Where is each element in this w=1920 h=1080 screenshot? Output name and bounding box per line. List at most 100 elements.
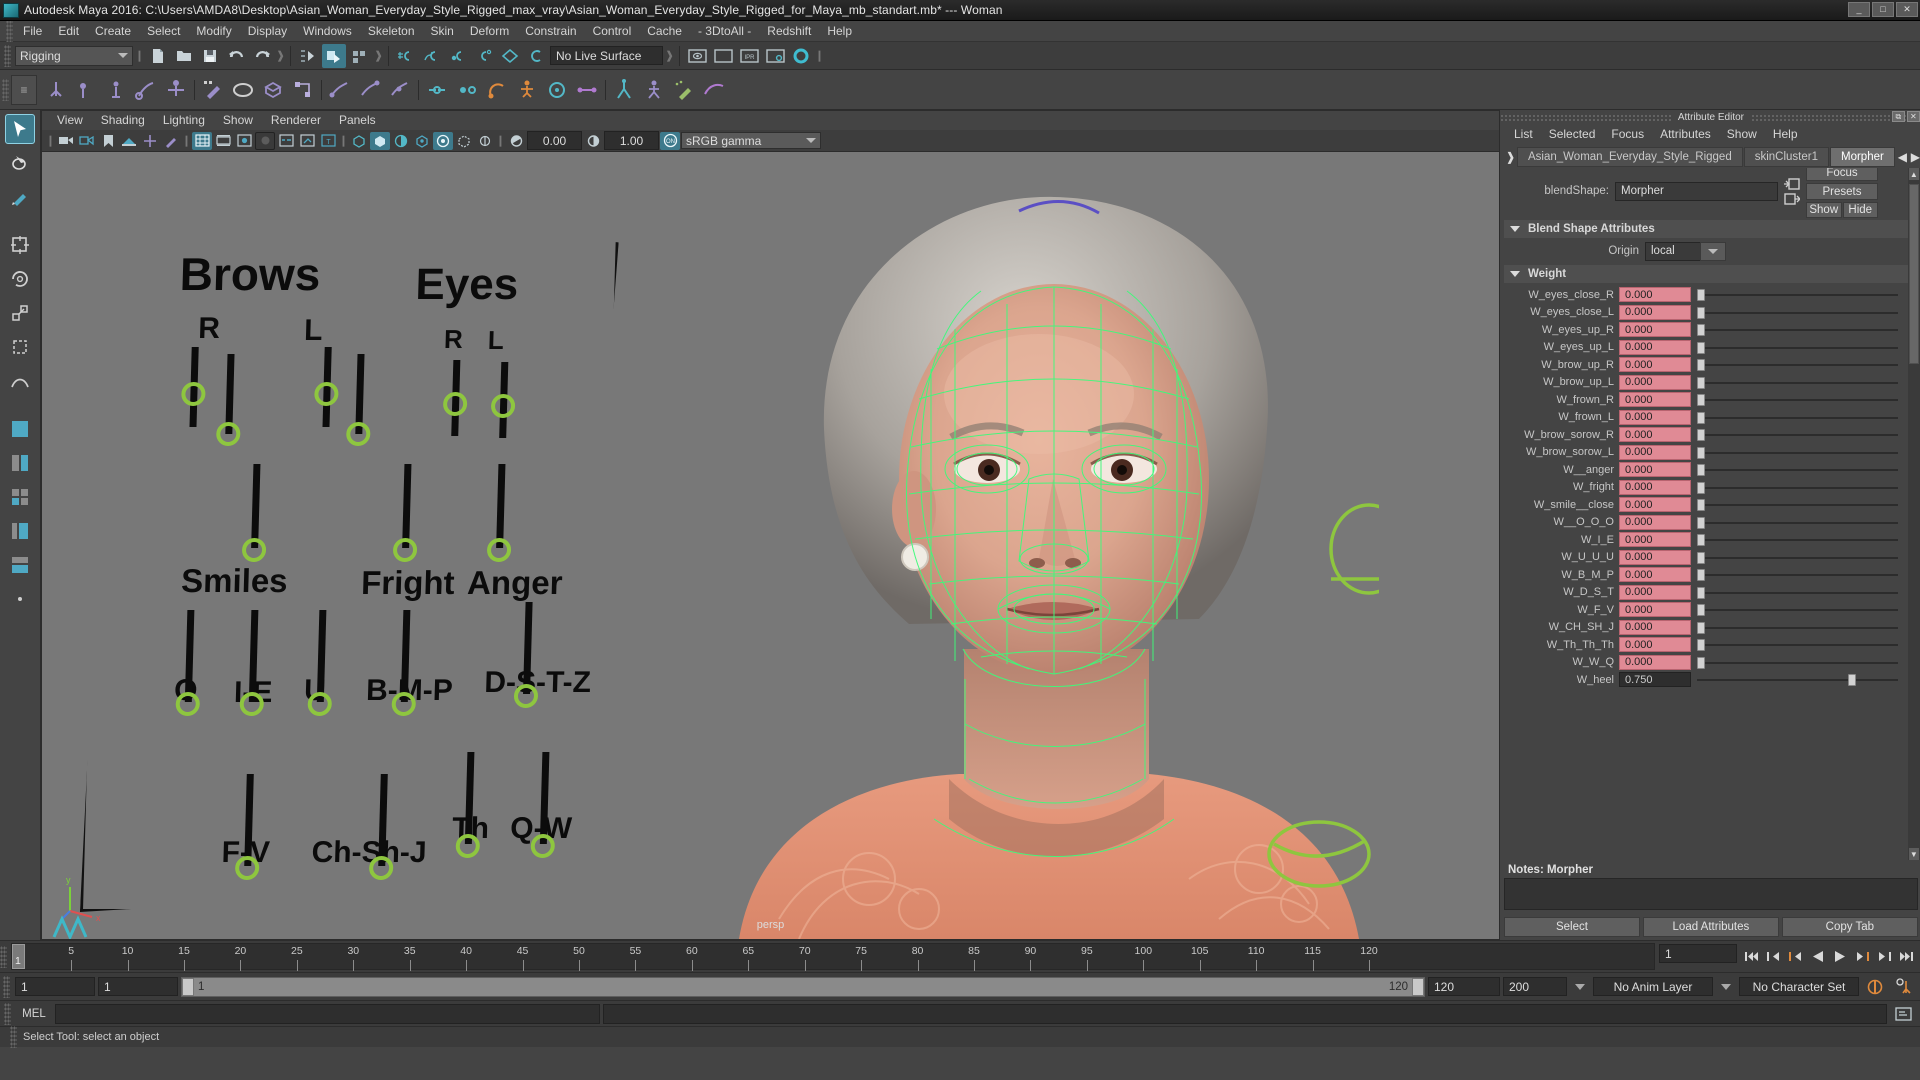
weight-slider[interactable] <box>1697 445 1898 460</box>
mirror-joint-icon[interactable] <box>101 74 131 106</box>
texture-toggle-icon[interactable]: T <box>318 132 338 150</box>
new-scene-icon[interactable] <box>146 44 170 68</box>
select-camera-icon[interactable] <box>56 132 76 150</box>
menu-redshift[interactable]: Redshift <box>759 21 819 42</box>
tab-next-icon[interactable]: ▶ <box>1909 147 1920 167</box>
menu-create[interactable]: Create <box>87 21 139 42</box>
tab-skincluster1[interactable]: skinCluster1 <box>1743 147 1829 167</box>
snap-to-curve-icon[interactable] <box>420 44 444 68</box>
gamma-icon[interactable] <box>583 132 603 150</box>
ae-menu-selected[interactable]: Selected <box>1541 124 1604 144</box>
show-button[interactable]: Show <box>1806 202 1842 218</box>
weight-slider[interactable] <box>1697 375 1898 390</box>
menu-grip[interactable] <box>6 20 13 42</box>
ae-menu-show[interactable]: Show <box>1719 124 1765 144</box>
weight-value-field[interactable]: 0.000 <box>1619 602 1691 618</box>
viewport-menu-lighting[interactable]: Lighting <box>154 111 214 130</box>
weight-slider[interactable] <box>1697 637 1898 652</box>
weight-value-field[interactable]: 0.000 <box>1619 549 1691 565</box>
ae-menu-focus[interactable]: Focus <box>1603 124 1652 144</box>
render-settings-icon[interactable] <box>763 44 787 68</box>
anim-start-field[interactable]: 1 <box>15 977 95 996</box>
grease-pencil-icon[interactable] <box>161 132 181 150</box>
undo-icon[interactable] <box>224 44 248 68</box>
open-scene-icon[interactable] <box>172 44 196 68</box>
render-globals-icon[interactable] <box>789 44 813 68</box>
soft-modification-icon[interactable] <box>5 366 35 396</box>
step-back-keyframe-icon[interactable] <box>1763 946 1784 967</box>
slider-knob[interactable] <box>1697 464 1705 477</box>
live-surface-field[interactable]: No Live Surface <box>550 46 663 65</box>
playback-end-field[interactable]: 120 <box>1428 977 1500 996</box>
slider-knob[interactable] <box>1697 586 1705 599</box>
anim-layer-menu-icon[interactable] <box>1570 983 1590 990</box>
range-end-handle[interactable] <box>1412 977 1424 996</box>
select-by-object-icon[interactable] <box>322 43 346 68</box>
origin-dropdown-button[interactable] <box>1700 241 1726 261</box>
shadows-toggle-icon[interactable] <box>234 132 254 150</box>
wireframe-shading-icon[interactable] <box>349 132 369 150</box>
focus-button[interactable]: Focus <box>1806 168 1878 181</box>
slider-knob[interactable] <box>1697 376 1705 389</box>
ae-drag-dots-left[interactable] <box>1500 113 1671 121</box>
orient-constraint-icon[interactable] <box>482 74 512 106</box>
ae-menu-attributes[interactable]: Attributes <box>1652 124 1719 144</box>
animation-preferences-icon[interactable] <box>1891 978 1917 995</box>
ik-handle-icon[interactable] <box>131 74 161 106</box>
nurbs-circle-icon[interactable] <box>228 74 258 106</box>
weight-value-field[interactable]: 0.000 <box>1619 304 1691 320</box>
slider-knob[interactable] <box>1697 534 1705 547</box>
current-time-indicator[interactable]: 1 <box>12 944 25 969</box>
ambient-occlusion-icon[interactable] <box>255 131 275 150</box>
character-set-field[interactable]: No Character Set <box>1739 977 1859 996</box>
weight-slider[interactable] <box>1697 427 1898 442</box>
layout-outliner-persp-icon[interactable] <box>5 516 35 546</box>
statusline-grip-2[interactable] <box>10 1026 17 1048</box>
weight-value-field[interactable]: 0.000 <box>1619 322 1691 338</box>
hide-button[interactable]: Hide <box>1842 202 1878 218</box>
weight-value-field[interactable]: 0.750 <box>1619 672 1691 688</box>
weight-value-field[interactable]: 0.000 <box>1619 392 1691 408</box>
facial-control-board[interactable]: BrowsEyesRLRLSmilesFrightAngerOI-EUB-M-P… <box>80 192 620 912</box>
step-back-frame-icon[interactable] <box>1785 946 1806 967</box>
weight-slider[interactable] <box>1697 357 1898 372</box>
select-by-hierarchy-icon[interactable] <box>296 44 320 68</box>
menu-skin[interactable]: Skin <box>423 21 462 42</box>
weight-value-field[interactable]: 0.000 <box>1619 409 1691 425</box>
command-language-label[interactable]: MEL <box>16 1008 52 1020</box>
pose-icon[interactable] <box>512 74 542 106</box>
viewport-menu-view[interactable]: View <box>48 111 92 130</box>
step-forward-keyframe-icon[interactable] <box>1873 946 1894 967</box>
weight-value-field[interactable]: 0.000 <box>1619 514 1691 530</box>
exposure-icon[interactable] <box>506 132 526 150</box>
lasso-tool-icon[interactable] <box>5 148 35 178</box>
slider-knob[interactable] <box>1697 621 1705 634</box>
weight-slider[interactable] <box>1697 567 1898 582</box>
mel-command-input[interactable] <box>55 1003 600 1024</box>
slider-knob[interactable] <box>1697 359 1705 372</box>
menu-deform[interactable]: Deform <box>462 21 517 42</box>
scrollbar-thumb[interactable] <box>1908 184 1919 364</box>
anim-layer-field[interactable]: No Anim Layer <box>1593 977 1713 996</box>
save-scene-icon[interactable] <box>198 44 222 68</box>
weight-value-field[interactable]: 0.000 <box>1619 619 1691 635</box>
weight-slider[interactable] <box>1697 497 1898 512</box>
slider-knob[interactable] <box>1697 481 1705 494</box>
notes-textarea[interactable] <box>1504 878 1918 910</box>
slider-knob[interactable] <box>1697 569 1705 582</box>
weight-value-field[interactable]: 0.000 <box>1619 357 1691 373</box>
slider-knob[interactable] <box>1697 341 1705 354</box>
quick-rig-icon[interactable] <box>609 74 639 106</box>
viewport-menu-panels[interactable]: Panels <box>330 111 385 130</box>
weight-slider[interactable] <box>1697 410 1898 425</box>
scroll-down-icon[interactable]: ▼ <box>1908 848 1919 860</box>
layout-single-icon[interactable] <box>5 414 35 444</box>
weight-value-field[interactable]: 0.000 <box>1619 532 1691 548</box>
render-sequence-icon[interactable] <box>711 44 735 68</box>
script-editor-icon[interactable] <box>1890 1006 1916 1022</box>
weight-value-field[interactable]: 0.000 <box>1619 497 1691 513</box>
layout-hypershade-icon[interactable] <box>5 550 35 580</box>
weight-value-field[interactable]: 0.000 <box>1619 637 1691 653</box>
slider-knob[interactable] <box>1697 324 1705 337</box>
slider-knob[interactable] <box>1697 289 1705 302</box>
